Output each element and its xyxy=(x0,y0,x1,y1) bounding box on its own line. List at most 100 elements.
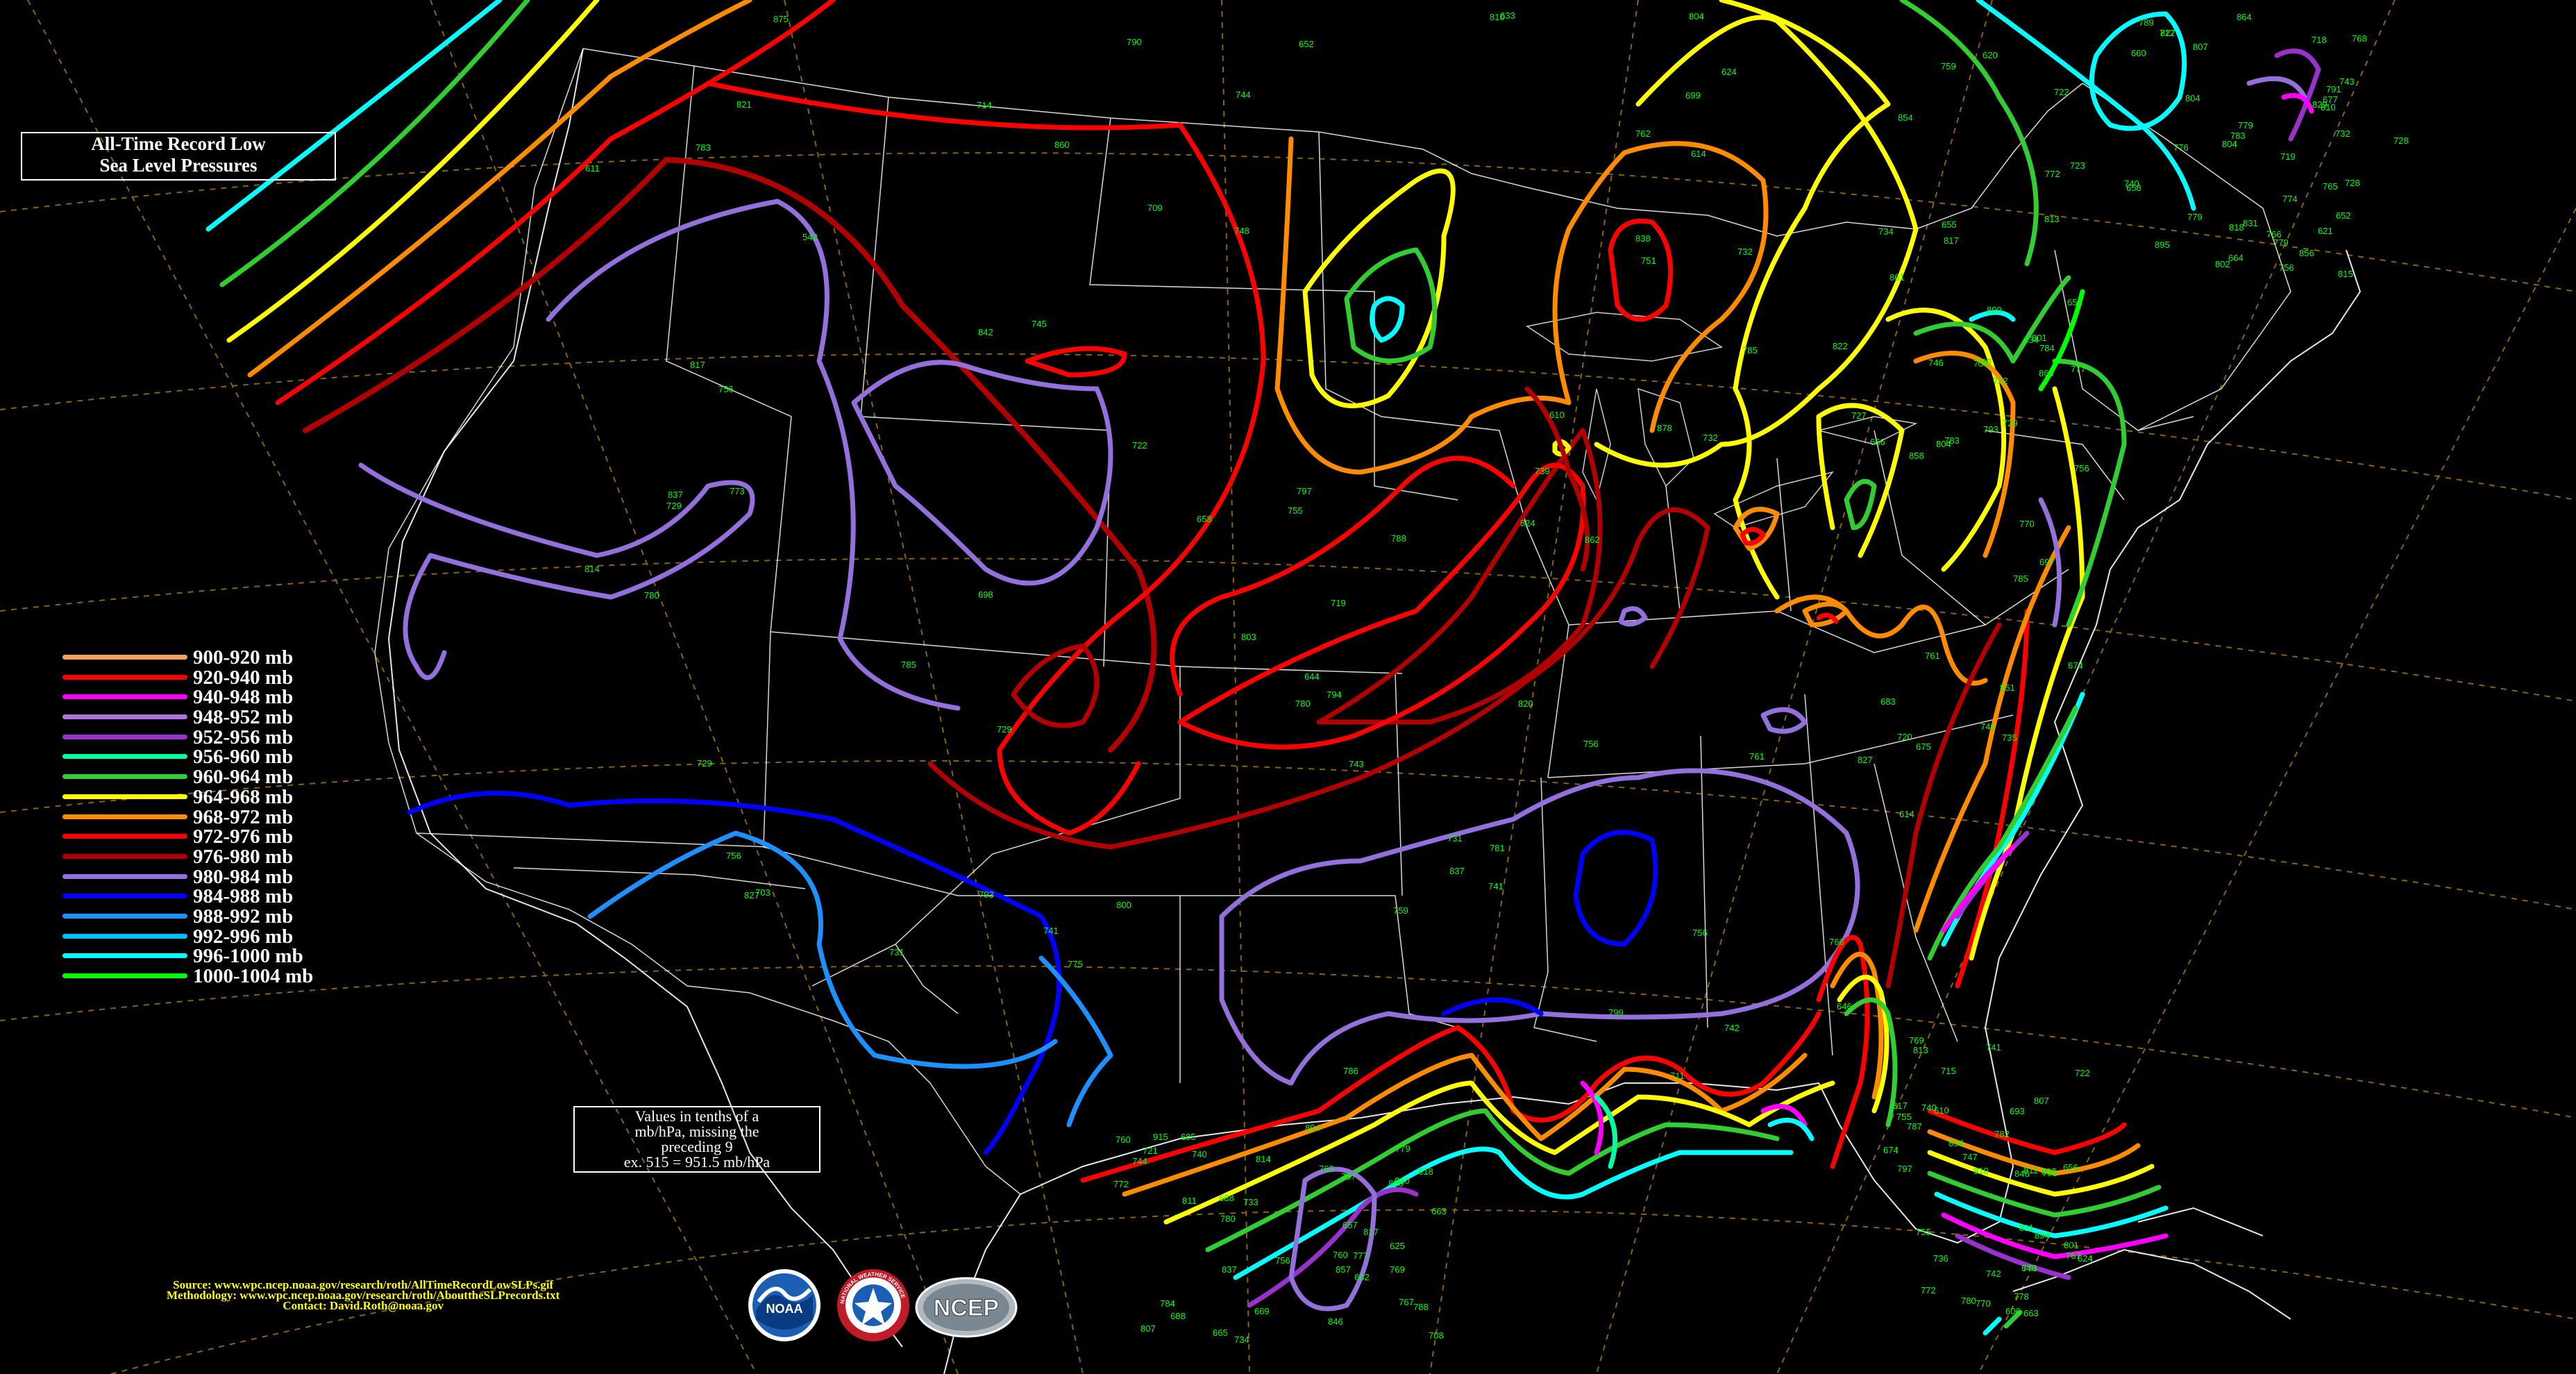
station-value: 729 xyxy=(997,724,1012,735)
units-note-line3: preceding 9 xyxy=(661,1138,733,1155)
station-value: 720 xyxy=(1897,732,1912,742)
station-value: 831 xyxy=(2243,218,2258,228)
station-value: 736 xyxy=(1933,1253,1948,1264)
station-value: 611 xyxy=(585,163,600,174)
noaa-logo: NOAA xyxy=(748,1269,820,1341)
station-value: 721 xyxy=(1143,1146,1158,1156)
station-value: 784 xyxy=(1160,1298,1175,1309)
station-value: 760 xyxy=(1333,1250,1348,1260)
station-value: 698 xyxy=(978,589,993,600)
political-borders xyxy=(374,48,2291,1195)
station-value: 895 xyxy=(2155,240,2170,250)
station-value: 714 xyxy=(977,100,992,110)
station-value: 742 xyxy=(1986,1268,2001,1279)
station-value: 773 xyxy=(2022,1263,2037,1273)
legend-swatch xyxy=(62,714,187,720)
station-value: 813 xyxy=(1913,1045,1928,1055)
station-value: 722 xyxy=(2075,1068,2090,1078)
station-value: 614 xyxy=(1899,809,1914,819)
station-value: 842 xyxy=(978,327,993,337)
station-value: 743 xyxy=(1349,759,1364,769)
station-value: 719 xyxy=(2280,151,2296,162)
station-value: 772 xyxy=(2045,169,2060,179)
station-value: 755 xyxy=(1288,505,1303,516)
station-value: 614 xyxy=(1691,149,1706,159)
station-value: 776 xyxy=(2173,142,2189,153)
station-value: 788 xyxy=(1391,533,1406,544)
station-value: 878 xyxy=(1657,423,1672,433)
station-value: 665 xyxy=(1213,1327,1228,1338)
station-value: 875 xyxy=(773,14,789,24)
station-value: 655 xyxy=(1942,219,1957,230)
station-value: 729 xyxy=(2003,418,2018,428)
station-value: 817 xyxy=(1944,235,1959,246)
station-value: 857 xyxy=(1336,1264,1351,1275)
station-value: 789 xyxy=(2139,17,2154,28)
station-value: 767 xyxy=(2066,1250,2081,1261)
station-value: 780 xyxy=(1961,1296,1976,1306)
map-title-line1: All-Time Record Low xyxy=(91,133,266,154)
ncep-logo: NCEP xyxy=(915,1277,1018,1338)
station-value: 731 xyxy=(1447,833,1463,844)
station-value: 731 xyxy=(889,947,904,957)
station-value: 766 xyxy=(1829,937,1844,947)
units-note-line2: mb/hPa, missing the xyxy=(634,1123,759,1140)
station-value: 663 xyxy=(1431,1206,1447,1216)
station-value: 657 xyxy=(1342,1220,1358,1230)
station-value: 728 xyxy=(2345,178,2360,188)
legend-swatch xyxy=(62,873,187,879)
station-value: 709 xyxy=(1147,203,1163,213)
station-value: 634 xyxy=(2023,335,2039,345)
station-value: 756 xyxy=(2279,262,2294,273)
credits: Source: www.wpc.ncep.noaa.gov/research/r… xyxy=(167,1279,559,1312)
station-value: 542 xyxy=(802,232,818,242)
station-value: 800 xyxy=(1987,305,2002,315)
station-value: 822 xyxy=(1833,341,1848,351)
station-value: 769 xyxy=(1390,1264,1405,1275)
station-value: 656 xyxy=(2063,1162,2078,1173)
station-value: 711 xyxy=(1670,1071,1685,1081)
station-value: 799 xyxy=(1608,1007,1624,1018)
station-value: 811 xyxy=(2019,1223,2034,1233)
station-value: 818 xyxy=(2229,222,2244,233)
station-value: 675 xyxy=(1916,742,1931,752)
station-value: 646 xyxy=(1837,1001,1852,1012)
station-value: 621 xyxy=(2318,226,2333,236)
station-value: 851 xyxy=(2000,682,2015,693)
station-value: 793 xyxy=(1983,424,1998,435)
station-value: 861 xyxy=(1889,272,1905,283)
station-value: 733 xyxy=(1243,1197,1258,1207)
station-value: 787 xyxy=(1907,1121,1922,1132)
station-value: 666 xyxy=(1870,437,1885,447)
station-value: 732 xyxy=(1703,433,1718,443)
station-value: 769 xyxy=(1909,1035,1924,1046)
legend-swatch xyxy=(62,734,187,739)
station-value: 669 xyxy=(1254,1306,1270,1316)
units-note: Values in tenths of a mb/hPa, missing th… xyxy=(573,1106,820,1173)
station-value: 862 xyxy=(1585,535,1600,545)
station-value: 800 xyxy=(1116,900,1131,910)
station-value: 807 xyxy=(2034,1096,2049,1106)
station-value: 756 xyxy=(2074,463,2089,474)
station-value: 744 xyxy=(1236,90,1251,100)
station-value: 865 xyxy=(2039,368,2054,378)
station-value: 688 xyxy=(1219,1193,1234,1203)
legend-swatch xyxy=(62,814,187,819)
legend-swatch xyxy=(62,754,187,760)
station-value: 660 xyxy=(2131,48,2146,58)
legend-swatch xyxy=(62,973,187,978)
station-value: 804 xyxy=(1305,1123,1320,1133)
station-value: 837 xyxy=(668,489,683,500)
station-value: 781 xyxy=(1490,843,1505,853)
station-value: 804 xyxy=(2185,93,2200,103)
credits-contact[interactable]: Contact: David.Roth@noaa.gov xyxy=(167,1300,559,1312)
station-value: 756 xyxy=(726,851,741,861)
station-value: 804 xyxy=(1689,11,1704,22)
station-value: 811 xyxy=(1182,1196,1197,1206)
station-value: 784 xyxy=(2039,343,2055,353)
station-value: 658 xyxy=(1197,514,1212,524)
legend-label: 1000-1004 mb xyxy=(193,965,314,987)
map-title: All-Time Record Low Sea Level Pressures xyxy=(21,132,336,181)
station-value: 746 xyxy=(1928,358,1944,368)
station-value: 838 xyxy=(1635,233,1651,244)
